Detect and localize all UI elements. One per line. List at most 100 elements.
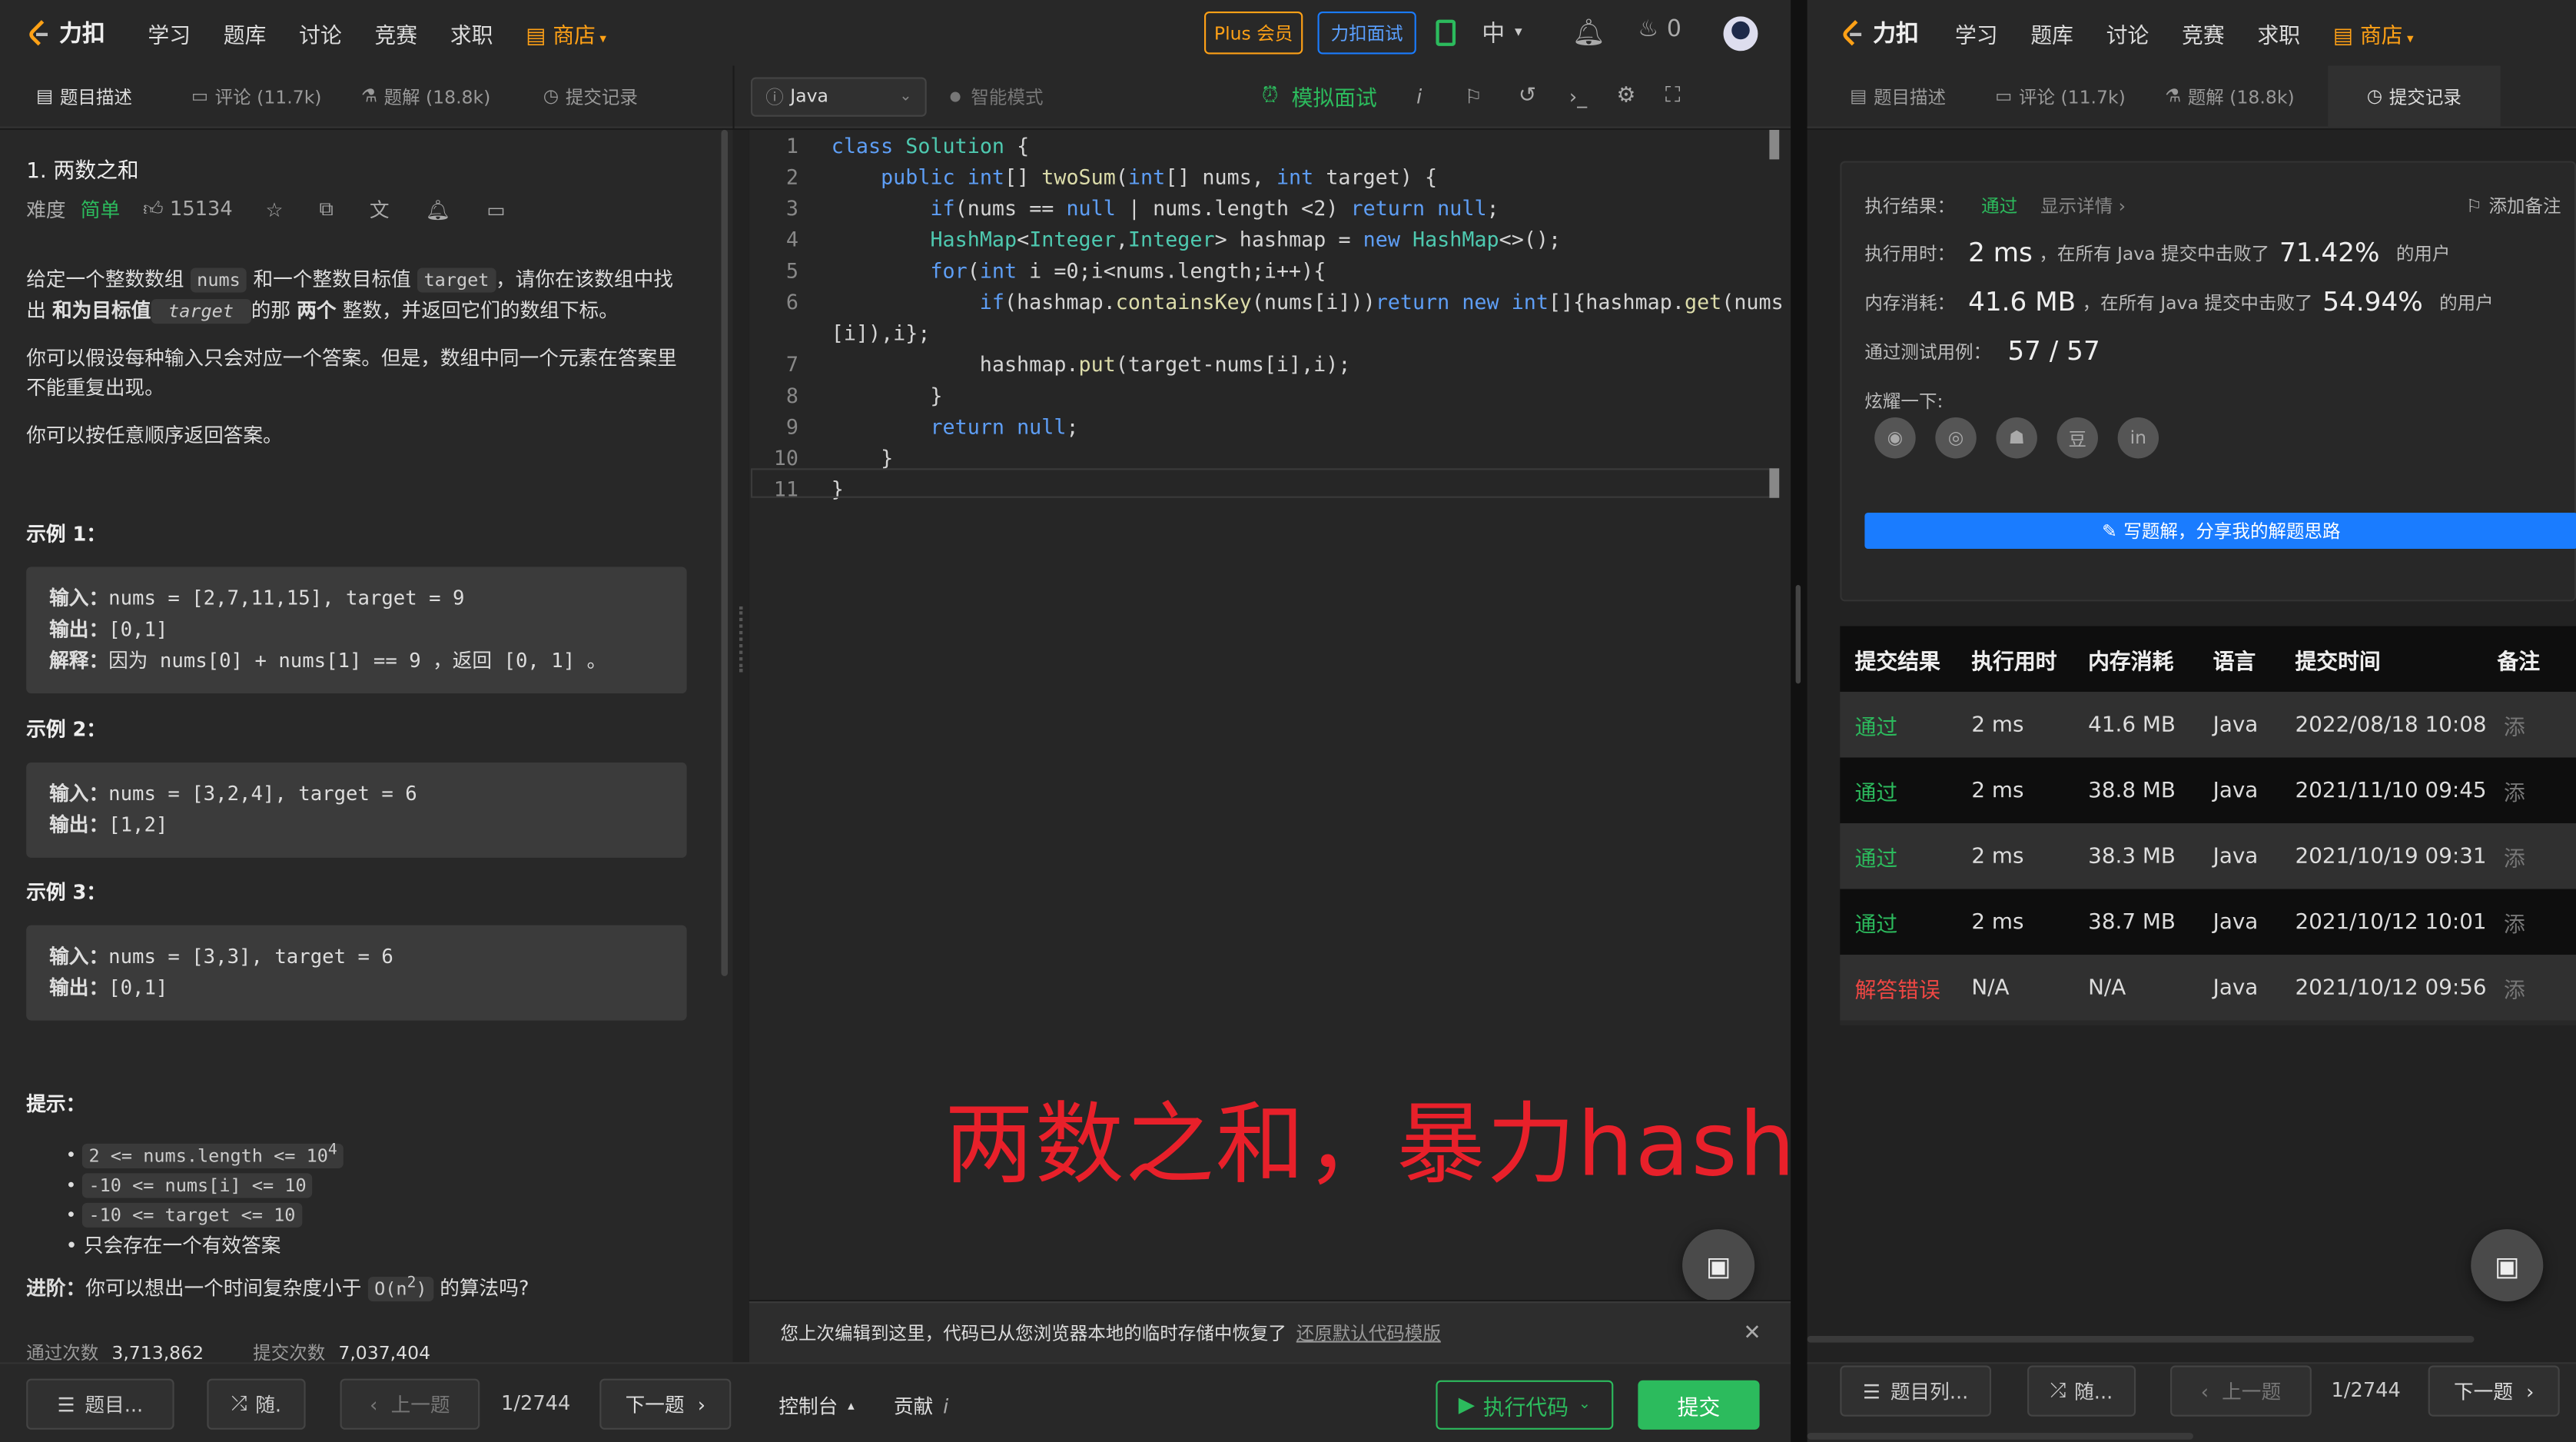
problem-list-button[interactable]: ☰ 题目... (26, 1378, 174, 1430)
info-button-icon[interactable]: i (1416, 85, 1422, 108)
table-cell: Java (2213, 712, 2259, 737)
points-badge[interactable]: ♨︎ 0 (1638, 16, 1681, 42)
table-cell: 2 ms (1971, 778, 2024, 803)
nav-learn[interactable]: 学习 (1955, 17, 1998, 48)
douban-icon[interactable]: 豆 (2056, 417, 2098, 459)
share-icon[interactable]: ⧉ (320, 198, 334, 222)
horizontal-scrollbar[interactable] (1807, 1433, 2193, 1440)
bell-icon[interactable]: 🔔︎ (1572, 16, 1605, 48)
tab-solutions[interactable]: ⚗ 题解 (18.8k) (2145, 65, 2314, 127)
list-item: • -10 <= nums[i] <= 10 (66, 1171, 344, 1201)
nav-jobs[interactable]: 求职 (450, 17, 493, 48)
reset-icon[interactable]: ↺ (1519, 84, 1536, 108)
feedback-icon[interactable]: ▭ (486, 198, 505, 221)
tab-description[interactable]: ▤ 题目描述 (1808, 65, 1966, 127)
problem-list-button[interactable]: ☰ 题目列... (1840, 1365, 1992, 1417)
page-indicator: 1/2744 (2331, 1378, 2401, 1402)
brand-logo[interactable]: 力扣 (26, 16, 105, 49)
show-details-link[interactable]: 显示详情 › (2040, 192, 2126, 218)
random-button[interactable]: ⤮ 随. (207, 1378, 306, 1430)
brand-logo[interactable]: 力扣 (1840, 16, 1919, 49)
language-select[interactable]: ⓘ Java ⌄ (750, 76, 927, 116)
code-line[interactable]: 3 if(nums == null | nums.length <2) retu… (749, 192, 1791, 224)
nav-shop[interactable]: ▤ 商店 ▾ (2333, 17, 2414, 48)
code-line[interactable]: 5 for(int i =0;i<nums.length;i++){ (749, 254, 1791, 286)
add-note-button[interactable]: ⚐ 添加备注 (2466, 192, 2561, 218)
code-line[interactable]: 7 hashmap.put(target-nums[i],i); (749, 348, 1791, 380)
star-icon[interactable]: ☆ (265, 198, 283, 221)
table-row[interactable]: 通过 2 ms 38.3 MB Java 2021/10/19 09:31 添 (1840, 823, 2576, 889)
nav-contest[interactable]: 竞赛 (375, 17, 418, 48)
tab-description[interactable]: ▤ 题目描述 (0, 65, 152, 127)
like-button[interactable]: 👍︎ 15134 (143, 198, 233, 222)
submit-button[interactable]: 提交 (1638, 1380, 1760, 1430)
mobile-icon[interactable] (1436, 19, 1456, 46)
prev-problem-button[interactable]: ‹ 上一题 (2170, 1365, 2312, 1417)
terminal-icon[interactable]: ›_ (1569, 85, 1587, 108)
nav-discuss[interactable]: 讨论 (299, 17, 342, 48)
table-row[interactable]: 通过 2 ms 38.8 MB Java 2021/11/10 09:45 添 (1840, 757, 2576, 824)
list-icon: ☰ (1863, 1379, 1881, 1403)
bell-icon[interactable]: 🔔︎ (426, 198, 451, 221)
tab-solutions[interactable]: ⚗ 题解 (18.8k) (341, 65, 510, 127)
code-line[interactable]: 1 class Solution { (749, 130, 1791, 161)
table-row[interactable]: 解答错误 N/A N/A Java 2021/10/12 09:56 添 (1840, 955, 2576, 1021)
contribute-button[interactable]: 贡献 i (894, 1392, 948, 1420)
run-code-button[interactable]: ▶ 执行代码 ⌄ (1436, 1380, 1614, 1430)
nav-jobs[interactable]: 求职 (2257, 17, 2300, 48)
code-line[interactable]: 4 HashMap<Integer,Integer> hashmap = new… (749, 224, 1791, 255)
nav-problems[interactable]: 题库 (224, 17, 267, 48)
code-line[interactable]: [i]),i}; (749, 317, 1791, 349)
nav-contest[interactable]: 竞赛 (2182, 17, 2225, 48)
random-button[interactable]: ⤮ 随... (2027, 1365, 2136, 1417)
add-note-cell[interactable]: 添 (2491, 906, 2525, 938)
table-row[interactable]: 通过 2 ms 38.7 MB Java 2021/10/12 10:01 添 (1840, 889, 2576, 955)
wechat-icon[interactable]: ◉ (1874, 417, 1916, 459)
tab-comments[interactable]: ▭ 评论 (11.7k) (171, 65, 341, 127)
flag-icon[interactable]: ⚐ (1465, 85, 1482, 108)
weibo-icon[interactable]: ◎ (1935, 417, 1977, 459)
line-number: 1 (785, 133, 798, 158)
code-line[interactable]: 2 public int[] twoSum(int[] nums, int ta… (749, 161, 1791, 193)
nav-shop[interactable]: ▤ 商店 ▾ (526, 17, 606, 48)
info-icon: i (943, 1394, 949, 1417)
restore-default-link[interactable]: 还原默认代码模版 (1296, 1320, 1441, 1346)
qq-icon[interactable]: ☗ (1996, 417, 2037, 459)
fullscreen-icon[interactable]: ⛶ (1665, 84, 1680, 108)
code-line[interactable]: 8 } (749, 380, 1791, 411)
prev-problem-button[interactable]: ‹ 上一题 (340, 1378, 480, 1430)
tab-submissions[interactable]: ◷ 提交记录 (523, 65, 657, 127)
notebook-button[interactable]: ▣ (1682, 1229, 1755, 1300)
interview-button[interactable]: 力扣面试 (1317, 11, 1416, 55)
close-icon[interactable]: ✕ (1743, 1321, 1761, 1345)
code-line[interactable]: 9 return null; (749, 410, 1791, 442)
next-problem-button[interactable]: 下一题 › (2428, 1365, 2560, 1417)
nav-problems[interactable]: 题库 (2030, 17, 2073, 48)
avatar[interactable] (1723, 16, 1758, 52)
notebook-button[interactable]: ▣ (2471, 1229, 2544, 1302)
smart-mode-toggle[interactable]: ● 智能模式 (950, 83, 1044, 109)
code-line[interactable]: 6 if(hashmap.containsKey(nums[i]))return… (749, 286, 1791, 317)
tab-comments[interactable]: ▭ 评论 (11.7k) (1976, 65, 2146, 127)
mock-interview-button[interactable]: ⏰︎ 模拟面试 (1262, 81, 1377, 111)
plus-member-button[interactable]: Plus 会员 (1204, 11, 1303, 55)
add-note-cell[interactable]: 添 (2491, 972, 2525, 1003)
description-scrollbar[interactable] (721, 129, 729, 976)
horizontal-scrollbar[interactable] (1807, 1336, 2475, 1343)
next-problem-button[interactable]: 下一题 › (599, 1378, 732, 1430)
panel-splitter[interactable] (732, 129, 749, 1363)
table-row[interactable]: 通过 2 ms 41.6 MB Java 2022/08/18 10:08 添 (1840, 692, 2576, 758)
add-note-cell[interactable]: 添 (2491, 775, 2525, 806)
console-toggle[interactable]: 控制台 ▴ (778, 1392, 854, 1420)
translate-icon[interactable]: 文 (370, 195, 390, 223)
add-note-cell[interactable]: 添 (2491, 840, 2525, 872)
language-switch[interactable]: 中 ▾ (1482, 16, 1522, 49)
shuffle-icon: ⤮ (2050, 1378, 2066, 1402)
gear-icon[interactable]: ⚙ (1617, 84, 1636, 108)
nav-discuss[interactable]: 讨论 (2106, 17, 2149, 48)
linkedin-icon[interactable]: in (2117, 417, 2159, 459)
write-solution-button[interactable]: ✎ 写题解，分享我的解题思路 (1864, 512, 2576, 550)
nav-learn[interactable]: 学习 (148, 17, 191, 48)
add-note-cell[interactable]: 添 (2491, 709, 2525, 740)
tab-submissions[interactable]: ◷ 提交记录 (2327, 65, 2501, 128)
